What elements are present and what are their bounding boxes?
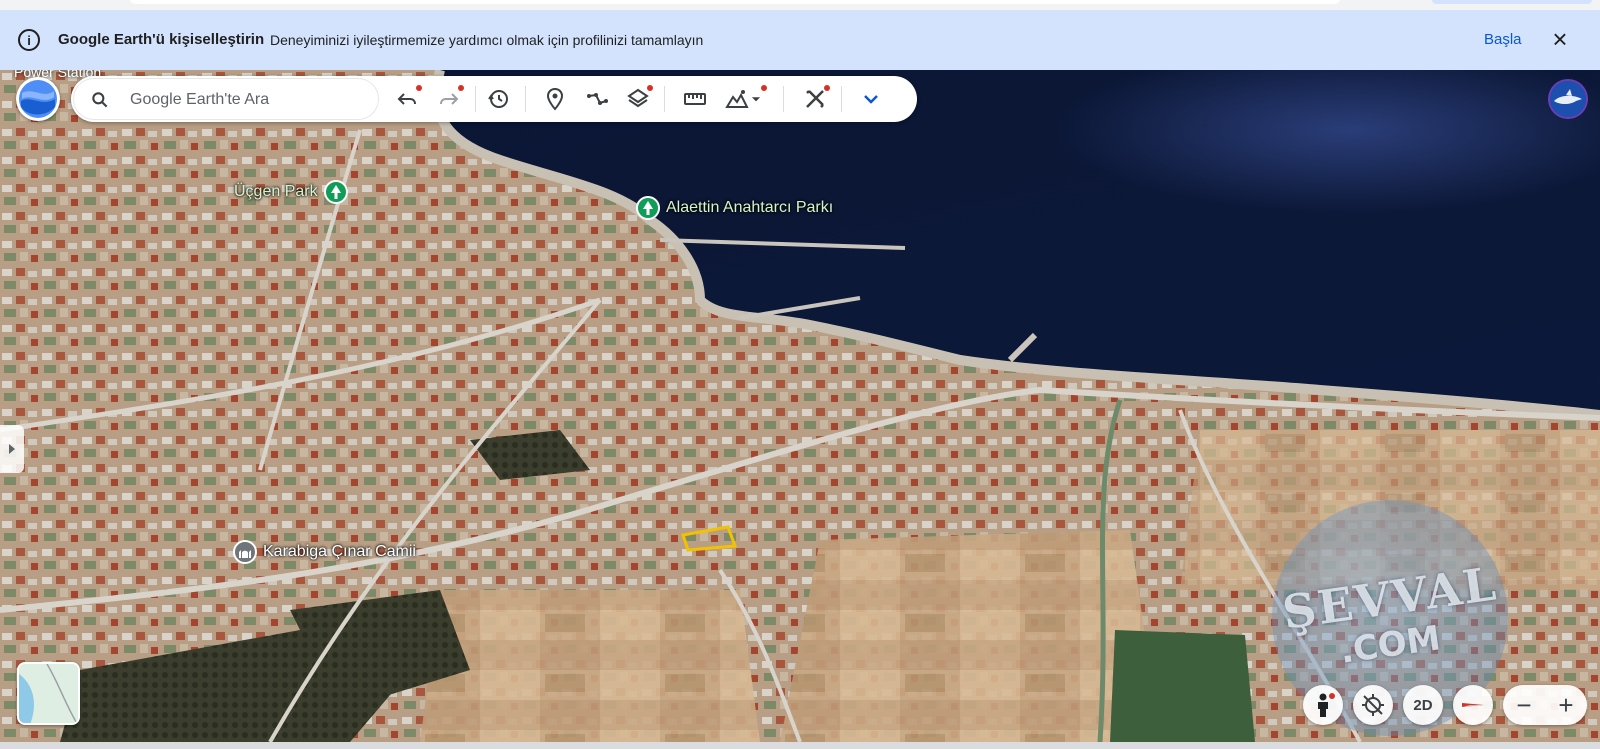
layers-button[interactable] [624,85,653,113]
redo-button[interactable] [435,85,464,113]
notification-dot [458,85,464,91]
minimap[interactable] [17,662,80,725]
map-view[interactable]: Üçgen Park Alaettin Anahtarcı Parkı Kara… [0,70,1600,742]
side-panel-toggle[interactable] [0,425,24,473]
google-earth-logo[interactable] [16,77,60,121]
location-button[interactable] [1353,685,1393,725]
undo-button[interactable] [393,85,422,113]
location-off-icon [1362,694,1384,716]
browser-top-strip [0,0,1600,10]
toggle-2d-button[interactable]: 2D [1403,685,1443,725]
browser-button-edge [1432,0,1592,4]
start-button[interactable]: Başla [1484,31,1522,48]
historical-imagery-icon [488,90,508,108]
toolbar-separator [475,86,476,112]
search-icon [92,92,108,108]
search-input[interactable] [130,87,360,113]
park-pin-icon [323,180,348,204]
history-button[interactable] [485,85,513,113]
toolbar-separator [664,86,665,112]
bottom-strip [0,742,1600,749]
toolbar-separator [525,86,526,112]
terrain-dropdown-button[interactable] [748,85,764,113]
terrain-icon [725,90,749,108]
main-toolbar [71,76,917,122]
add-placemark-button[interactable] [541,85,569,113]
close-banner-button[interactable]: × [1546,25,1574,53]
toolbar-separator [783,86,784,112]
tools-icon [806,90,824,108]
notification-dot [647,85,653,91]
info-icon: i [18,29,40,51]
notification-dot [1329,693,1335,699]
park-pin-icon [636,196,660,220]
place-label: Karabiga Çınar Camii [263,543,416,560]
shark-avatar-icon [1550,81,1586,117]
street-view-pegman[interactable] [1303,685,1343,725]
tools-button[interactable] [801,85,830,113]
banner-title: Google Earth'ü kişiselleştirin [58,31,265,48]
undo-icon [397,93,416,105]
place-label: Alaettin Anahtarcı Parkı [666,199,834,216]
place-label: Üçgen Park [234,183,318,200]
personalize-banner: i Google Earth'ü kişiselleştirin Deneyim… [0,10,1600,70]
address-bar-edge [130,0,1340,4]
place-alaettin-park[interactable]: Alaettin Anahtarcı Parkı [636,196,839,220]
layers-icon [627,88,649,108]
search-box[interactable] [73,78,379,120]
mosque-pin-icon [233,540,257,564]
placemark-icon [546,87,564,111]
path-icon [587,93,608,105]
zoom-in-button[interactable]: + [1545,685,1587,725]
redo-icon [440,93,459,105]
account-avatar[interactable] [1550,81,1586,117]
compass-button[interactable] [1453,685,1493,725]
place-ucgen-park[interactable]: Üçgen Park [228,180,348,204]
caret-down-icon [751,97,761,102]
chevron-down-icon [864,95,878,104]
zoom-out-button[interactable]: − [1503,685,1545,725]
caret-right-icon [9,444,15,454]
zoom-controls: − + [1503,685,1587,725]
terrain-button[interactable] [723,85,767,113]
measure-button[interactable] [681,85,709,113]
expand-toolbar-button[interactable] [857,85,885,113]
compass-icon [1462,703,1484,707]
notification-dot [824,85,830,91]
minimap-thumbnail [19,664,78,723]
toolbar-separator [841,86,842,112]
place-karabiga-camii[interactable]: Karabiga Çınar Camii [233,540,422,564]
notification-dot [416,85,422,91]
draw-path-button[interactable] [583,85,611,113]
banner-message: Deneyiminizi iyileştirmemize yardımcı ol… [270,32,704,48]
ruler-icon [684,93,706,105]
